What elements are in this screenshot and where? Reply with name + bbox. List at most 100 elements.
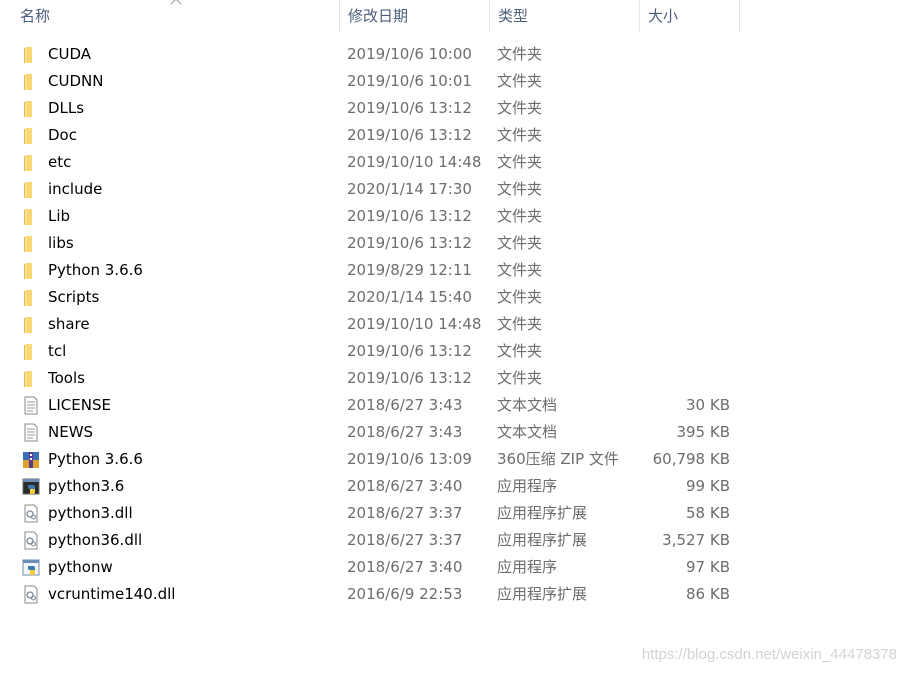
file-name: NEWS	[48, 423, 94, 441]
file-explorer: 名称 修改日期 类型 大小 CUDA 2019/10/6 10:00 文件夹 CUDN…	[0, 0, 907, 673]
file-name: Python 3.6.6	[48, 261, 143, 279]
file-row[interactable]: share 2019/10/10 14:48 文件夹	[0, 311, 907, 338]
folder-icon	[22, 234, 40, 253]
file-type: 文件夹	[497, 180, 543, 198]
file-row[interactable]: libs 2019/10/6 13:12 文件夹	[0, 230, 907, 257]
folder-icon	[22, 342, 40, 361]
column-header-size-label: 大小	[648, 7, 679, 25]
file-row[interactable]: Doc 2019/10/6 13:12 文件夹	[0, 122, 907, 149]
chevron-up-icon[interactable]	[170, 0, 182, 5]
file-row[interactable]: python3.dll 2018/6/27 3:37 应用程序扩展 58 KB	[0, 500, 907, 527]
folder-icon	[22, 99, 40, 118]
file-modified-date: 2018/6/27 3:37	[347, 504, 463, 522]
column-header-size[interactable]: 大小	[640, 0, 740, 32]
column-header-name-label: 名称	[20, 7, 51, 25]
file-name: libs	[48, 234, 74, 252]
file-row[interactable]: Tools 2019/10/6 13:12 文件夹	[0, 365, 907, 392]
folder-icon	[22, 45, 40, 64]
file-row[interactable]: Python 3.6.6 2019/10/6 13:09 360压缩 ZIP 文件 6…	[0, 446, 907, 473]
file-modified-date: 2018/6/27 3:43	[347, 423, 463, 441]
file-modified-date: 2020/1/14 15:40	[347, 288, 472, 306]
file-name: Doc	[48, 126, 77, 144]
folder-icon	[22, 207, 40, 226]
file-type: 应用程序扩展	[497, 531, 588, 549]
file-size: 30 KB	[686, 396, 730, 414]
file-row[interactable]: python36.dll 2018/6/27 3:37 应用程序扩展 3,527 KB	[0, 527, 907, 554]
file-row[interactable]: vcruntime140.dll 2016/6/9 22:53 应用程序扩展 86 K…	[0, 581, 907, 608]
dll-extension-icon	[22, 585, 40, 604]
python-app-icon	[22, 477, 40, 496]
file-name: python3.dll	[48, 504, 133, 522]
file-size: 97 KB	[686, 558, 730, 576]
column-header-bar: 名称 修改日期 类型 大小	[0, 0, 740, 32]
file-type: 文件夹	[497, 315, 543, 333]
file-type: 文件夹	[497, 288, 543, 306]
file-name: share	[48, 315, 90, 333]
text-document-icon	[22, 423, 40, 442]
file-name: vcruntime140.dll	[48, 585, 176, 603]
file-modified-date: 2018/6/27 3:40	[347, 558, 463, 576]
file-row[interactable]: DLLs 2019/10/6 13:12 文件夹	[0, 95, 907, 122]
file-type: 文本文档	[497, 396, 558, 414]
file-name: CUDA	[48, 45, 92, 63]
file-row[interactable]: Scripts 2020/1/14 15:40 文件夹	[0, 284, 907, 311]
text-document-icon	[22, 396, 40, 415]
file-name: python3.6	[48, 477, 125, 495]
column-header-date-label: 修改日期	[348, 7, 409, 25]
file-modified-date: 2019/10/6 13:12	[347, 99, 472, 117]
file-modified-date: 2019/10/6 13:12	[347, 207, 472, 225]
file-row[interactable]: Lib 2019/10/6 13:12 文件夹	[0, 203, 907, 230]
file-name: Python 3.6.6	[48, 450, 143, 468]
file-name: tcl	[48, 342, 67, 360]
file-type: 应用程序	[497, 477, 558, 495]
file-row[interactable]: CUDNN 2019/10/6 10:01 文件夹	[0, 68, 907, 95]
dll-extension-icon	[22, 531, 40, 550]
dll-extension-icon	[22, 504, 40, 523]
file-row[interactable]: LICENSE 2018/6/27 3:43 文本文档 30 KB	[0, 392, 907, 419]
file-row[interactable]: include 2020/1/14 17:30 文件夹	[0, 176, 907, 203]
file-name: LICENSE	[48, 396, 111, 414]
file-row[interactable]: Python 3.6.6 2019/8/29 12:11 文件夹	[0, 257, 907, 284]
file-type: 文件夹	[497, 207, 543, 225]
file-name: python36.dll	[48, 531, 143, 549]
file-modified-date: 2019/10/6 13:12	[347, 342, 472, 360]
file-type: 文件夹	[497, 261, 543, 279]
file-type: 应用程序扩展	[497, 585, 588, 603]
file-row[interactable]: tcl 2019/10/6 13:12 文件夹	[0, 338, 907, 365]
zip-archive-icon	[22, 450, 40, 469]
folder-icon	[22, 153, 40, 172]
file-modified-date: 2019/10/10 14:48	[347, 153, 482, 171]
column-header-type-label: 类型	[498, 7, 529, 25]
file-name: Lib	[48, 207, 71, 225]
folder-icon	[22, 369, 40, 388]
file-type: 360压缩 ZIP 文件	[497, 450, 619, 468]
file-name: pythonw	[48, 558, 113, 576]
folder-icon	[22, 180, 40, 199]
file-row[interactable]: python3.6 2018/6/27 3:40 应用程序 99 KB	[0, 473, 907, 500]
column-header-date[interactable]: 修改日期	[340, 0, 490, 32]
file-modified-date: 2018/6/27 3:40	[347, 477, 463, 495]
column-header-type[interactable]: 类型	[490, 0, 640, 32]
file-row[interactable]: CUDA 2019/10/6 10:00 文件夹	[0, 41, 907, 68]
file-type: 文件夹	[497, 45, 543, 63]
watermark: https://blog.csdn.net/weixin_44478378	[641, 646, 897, 663]
file-type: 文件夹	[497, 126, 543, 144]
file-modified-date: 2019/10/6 13:12	[347, 234, 472, 252]
file-modified-date: 2019/10/6 10:01	[347, 72, 472, 90]
folder-icon	[22, 261, 40, 280]
file-name: DLLs	[48, 99, 85, 117]
file-row[interactable]: pythonw 2018/6/27 3:40 应用程序 97 KB	[0, 554, 907, 581]
file-type: 文件夹	[497, 153, 543, 171]
file-type: 文件夹	[497, 99, 543, 117]
file-type: 文件夹	[497, 234, 543, 252]
folder-icon	[22, 126, 40, 145]
file-row[interactable]: NEWS 2018/6/27 3:43 文本文档 395 KB	[0, 419, 907, 446]
file-modified-date: 2019/10/6 13:09	[347, 450, 472, 468]
file-modified-date: 2020/1/14 17:30	[347, 180, 472, 198]
file-row[interactable]: etc 2019/10/10 14:48 文件夹	[0, 149, 907, 176]
file-list: CUDA 2019/10/6 10:00 文件夹 CUDNN 2019/10/6 10:…	[0, 41, 907, 608]
file-size: 395 KB	[676, 423, 730, 441]
file-name: CUDNN	[48, 72, 104, 90]
file-type: 文本文档	[497, 423, 558, 441]
file-modified-date: 2019/10/6 13:12	[347, 126, 472, 144]
